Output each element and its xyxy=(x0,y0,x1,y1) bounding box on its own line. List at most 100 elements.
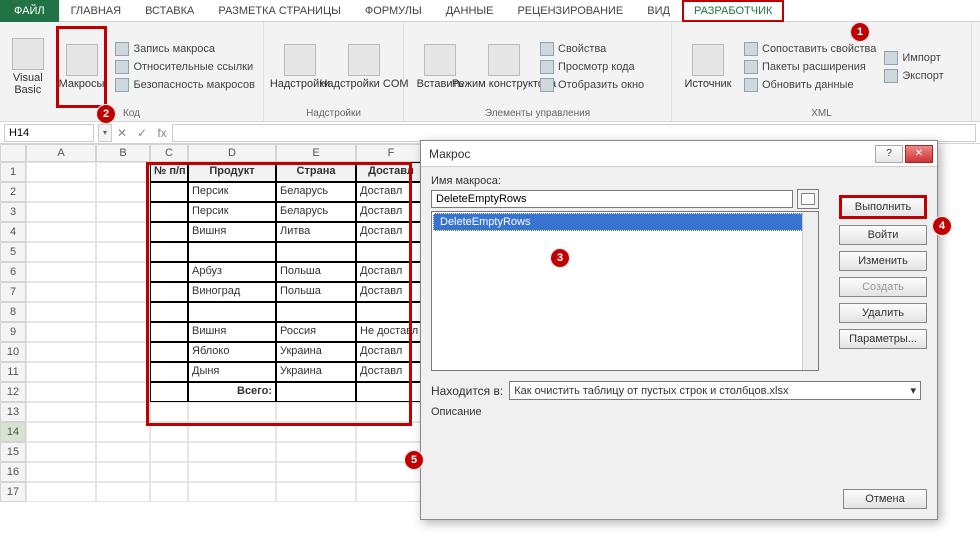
tab-insert[interactable]: ВСТАВКА xyxy=(133,0,206,22)
col-F[interactable]: F xyxy=(356,144,426,162)
cell[interactable] xyxy=(96,162,150,182)
addins-button[interactable]: Надстройки xyxy=(272,26,328,108)
cell[interactable] xyxy=(150,222,188,242)
cell[interactable] xyxy=(188,422,276,442)
cell[interactable] xyxy=(26,362,96,382)
cell[interactable] xyxy=(96,462,150,482)
delete-button[interactable]: Удалить xyxy=(839,303,927,323)
cell[interactable] xyxy=(188,442,276,462)
view-code-cmd[interactable]: Просмотр кода xyxy=(540,59,644,75)
properties-cmd[interactable]: Свойства xyxy=(540,41,644,57)
cell[interactable] xyxy=(96,362,150,382)
cell[interactable] xyxy=(276,462,356,482)
cell[interactable]: Польша xyxy=(276,282,356,302)
row-11[interactable]: 11 xyxy=(0,362,26,382)
cell[interactable]: Доставл xyxy=(356,182,426,202)
cell[interactable]: Доставл xyxy=(356,342,426,362)
cell[interactable] xyxy=(96,302,150,322)
cell[interactable] xyxy=(96,222,150,242)
cell[interactable] xyxy=(26,162,96,182)
cell[interactable] xyxy=(96,322,150,342)
cell[interactable]: Украина xyxy=(276,362,356,382)
row-13[interactable]: 13 xyxy=(0,402,26,422)
cell[interactable] xyxy=(356,382,426,402)
cell[interactable] xyxy=(26,202,96,222)
col-A[interactable]: A xyxy=(26,144,96,162)
row-6[interactable]: 6 xyxy=(0,262,26,282)
macro-list-item[interactable]: DeleteEmptyRows xyxy=(433,213,817,231)
import-cmd[interactable]: Импорт xyxy=(884,50,943,66)
cell[interactable] xyxy=(150,382,188,402)
source-button[interactable]: Источник xyxy=(680,26,736,108)
tab-home[interactable]: ГЛАВНАЯ xyxy=(59,0,133,22)
cell[interactable] xyxy=(150,202,188,222)
cell[interactable] xyxy=(96,202,150,222)
cell[interactable] xyxy=(26,442,96,462)
row-16[interactable]: 16 xyxy=(0,462,26,482)
cell[interactable] xyxy=(26,342,96,362)
cancel-formula-icon[interactable]: ✕ xyxy=(112,126,132,140)
cell[interactable]: Дыня xyxy=(188,362,276,382)
hdr-num[interactable]: № п/п xyxy=(150,162,188,182)
design-mode-button[interactable]: Режим конструктора xyxy=(476,26,532,108)
total-label[interactable]: Всего: xyxy=(188,382,276,402)
cell[interactable] xyxy=(150,302,188,322)
cell[interactable] xyxy=(26,182,96,202)
formula-bar[interactable] xyxy=(172,124,976,142)
cell[interactable] xyxy=(96,282,150,302)
cell[interactable]: Арбуз xyxy=(188,262,276,282)
cell[interactable] xyxy=(356,482,426,502)
cell[interactable] xyxy=(150,462,188,482)
refresh-cmd[interactable]: Обновить данные xyxy=(744,77,876,93)
cell[interactable] xyxy=(96,402,150,422)
cell[interactable] xyxy=(96,182,150,202)
cell[interactable] xyxy=(26,482,96,502)
cell[interactable] xyxy=(188,462,276,482)
insert-control-button[interactable]: Вставить xyxy=(412,26,468,108)
name-box[interactable] xyxy=(4,124,94,142)
cell[interactable] xyxy=(96,342,150,362)
select-all[interactable] xyxy=(0,144,26,162)
options-button[interactable]: Параметры... xyxy=(839,329,927,349)
cell[interactable]: Вишня xyxy=(188,322,276,342)
com-addins-button[interactable]: Надстройки COM xyxy=(336,26,392,108)
tab-view[interactable]: ВИД xyxy=(635,0,682,22)
cell[interactable] xyxy=(26,322,96,342)
row-5[interactable]: 5 xyxy=(0,242,26,262)
cell[interactable] xyxy=(150,282,188,302)
cell[interactable] xyxy=(188,242,276,262)
cell[interactable]: Беларусь xyxy=(276,202,356,222)
dialog-close-button[interactable]: ✕ xyxy=(905,145,933,163)
cell[interactable] xyxy=(276,382,356,402)
cell[interactable] xyxy=(356,402,426,422)
col-D[interactable]: D xyxy=(188,144,276,162)
cell[interactable]: Доставл xyxy=(356,222,426,242)
col-C[interactable]: C xyxy=(150,144,188,162)
hdr-product[interactable]: Продукт xyxy=(188,162,276,182)
row-12[interactable]: 12 xyxy=(0,382,26,402)
cell[interactable]: Литва xyxy=(276,222,356,242)
cell[interactable] xyxy=(26,402,96,422)
location-select[interactable]: Как очистить таблицу от пустых строк и с… xyxy=(509,381,921,400)
cell[interactable] xyxy=(150,482,188,502)
cell[interactable] xyxy=(96,482,150,502)
cell[interactable] xyxy=(356,422,426,442)
cell[interactable] xyxy=(96,442,150,462)
cell[interactable] xyxy=(26,422,96,442)
col-E[interactable]: E xyxy=(276,144,356,162)
cell[interactable]: Доставл xyxy=(356,282,426,302)
cell[interactable] xyxy=(26,382,96,402)
cancel-button[interactable]: Отмена xyxy=(843,489,927,509)
macro-name-picker[interactable] xyxy=(797,189,819,209)
cell[interactable]: Беларусь xyxy=(276,182,356,202)
cell[interactable]: Виноград xyxy=(188,282,276,302)
dialog-help-button[interactable]: ? xyxy=(875,145,903,163)
cell[interactable]: Персик xyxy=(188,202,276,222)
step-into-button[interactable]: Войти xyxy=(839,225,927,245)
cell[interactable] xyxy=(276,242,356,262)
cell[interactable]: Не доставл xyxy=(356,322,426,342)
enter-formula-icon[interactable]: ✓ xyxy=(132,126,152,140)
cell[interactable] xyxy=(150,402,188,422)
macro-list[interactable]: DeleteEmptyRows xyxy=(431,211,819,371)
name-box-dropdown[interactable]: ▾ xyxy=(98,124,112,142)
